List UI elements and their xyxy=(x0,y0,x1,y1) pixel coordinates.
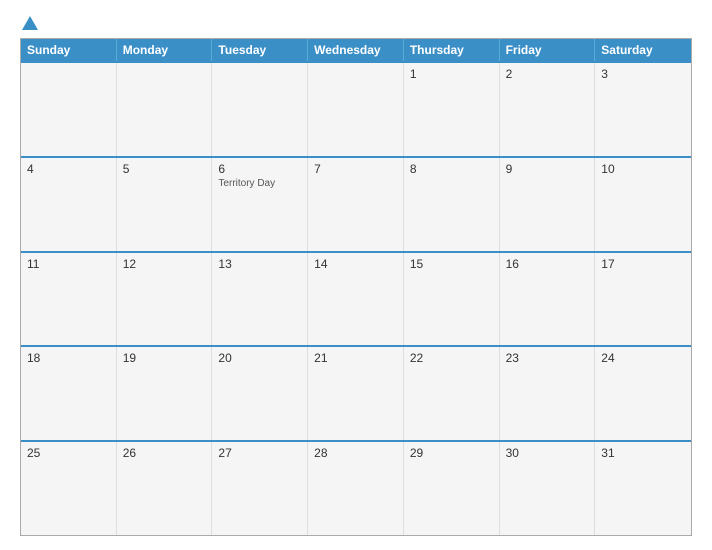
day-cell: 22 xyxy=(404,347,500,440)
day-number: 23 xyxy=(506,351,589,365)
week-row: 123 xyxy=(21,61,691,156)
day-number: 14 xyxy=(314,257,397,271)
day-cell: 14 xyxy=(308,253,404,346)
day-name-monday: Monday xyxy=(117,39,213,61)
day-cell: 27 xyxy=(212,442,308,535)
day-cell xyxy=(212,63,308,156)
day-number: 10 xyxy=(601,162,685,176)
header xyxy=(20,18,692,30)
day-number: 19 xyxy=(123,351,206,365)
day-number: 7 xyxy=(314,162,397,176)
day-cell: 18 xyxy=(21,347,117,440)
day-cell: 31 xyxy=(595,442,691,535)
day-number: 4 xyxy=(27,162,110,176)
day-number: 27 xyxy=(218,446,301,460)
week-row: 18 19 20 21 22 23 24 xyxy=(21,345,691,440)
week-row: 11 12 13 14 15 16 17 xyxy=(21,251,691,346)
day-number: 29 xyxy=(410,446,493,460)
day-cell: 20 xyxy=(212,347,308,440)
week-row: 456 Territory Day 789 10 xyxy=(21,156,691,251)
logo-triangle-icon xyxy=(22,16,38,30)
days-header: SundayMondayTuesdayWednesdayThursdayFrid… xyxy=(21,39,691,61)
day-cell: 5 xyxy=(117,158,213,251)
day-number: 11 xyxy=(27,257,110,271)
day-number: 1 xyxy=(410,67,493,81)
day-name-sunday: Sunday xyxy=(21,39,117,61)
day-number: 15 xyxy=(410,257,493,271)
day-number: 18 xyxy=(27,351,110,365)
day-cell: 2 xyxy=(500,63,596,156)
day-name-thursday: Thursday xyxy=(404,39,500,61)
day-cell: 9 xyxy=(500,158,596,251)
day-number: 26 xyxy=(123,446,206,460)
calendar-page: SundayMondayTuesdayWednesdayThursdayFrid… xyxy=(0,0,712,550)
day-number: 3 xyxy=(601,67,685,81)
day-cell: 17 xyxy=(595,253,691,346)
calendar-grid: SundayMondayTuesdayWednesdayThursdayFrid… xyxy=(20,38,692,536)
day-number: 5 xyxy=(123,162,206,176)
holiday-label: Territory Day xyxy=(218,178,301,189)
day-number: 12 xyxy=(123,257,206,271)
day-name-saturday: Saturday xyxy=(595,39,691,61)
day-cell: 4 xyxy=(21,158,117,251)
day-cell: 23 xyxy=(500,347,596,440)
day-number: 16 xyxy=(506,257,589,271)
day-number: 17 xyxy=(601,257,685,271)
day-cell: 7 xyxy=(308,158,404,251)
day-number: 25 xyxy=(27,446,110,460)
day-cell: 21 xyxy=(308,347,404,440)
day-cell xyxy=(308,63,404,156)
day-number: 2 xyxy=(506,67,589,81)
day-cell: 11 xyxy=(21,253,117,346)
weeks-container: 123456Territory Day789101112131415161718… xyxy=(21,61,691,535)
day-cell xyxy=(117,63,213,156)
day-cell: 10 xyxy=(595,158,691,251)
day-number: 13 xyxy=(218,257,301,271)
day-cell: 15 xyxy=(404,253,500,346)
day-cell xyxy=(21,63,117,156)
day-cell: 24 xyxy=(595,347,691,440)
day-cell: 6 Territory Day xyxy=(212,158,308,251)
day-cell: 26 xyxy=(117,442,213,535)
day-cell: 8 xyxy=(404,158,500,251)
day-name-tuesday: Tuesday xyxy=(212,39,308,61)
day-cell: 12 xyxy=(117,253,213,346)
day-name-friday: Friday xyxy=(500,39,596,61)
day-cell: 29 xyxy=(404,442,500,535)
day-number: 24 xyxy=(601,351,685,365)
day-cell: 25 xyxy=(21,442,117,535)
day-number: 9 xyxy=(506,162,589,176)
week-row: 25 26 27 28 29 30 31 xyxy=(21,440,691,535)
day-number: 30 xyxy=(506,446,589,460)
day-cell: 30 xyxy=(500,442,596,535)
day-number: 22 xyxy=(410,351,493,365)
logo xyxy=(20,18,38,30)
day-cell: 28 xyxy=(308,442,404,535)
day-number: 8 xyxy=(410,162,493,176)
day-cell: 3 xyxy=(595,63,691,156)
day-cell: 19 xyxy=(117,347,213,440)
day-name-wednesday: Wednesday xyxy=(308,39,404,61)
day-number: 31 xyxy=(601,446,685,460)
day-number: 21 xyxy=(314,351,397,365)
day-cell: 1 xyxy=(404,63,500,156)
day-number: 6 xyxy=(218,162,301,176)
day-cell: 16 xyxy=(500,253,596,346)
day-number: 20 xyxy=(218,351,301,365)
day-number: 28 xyxy=(314,446,397,460)
day-cell: 13 xyxy=(212,253,308,346)
